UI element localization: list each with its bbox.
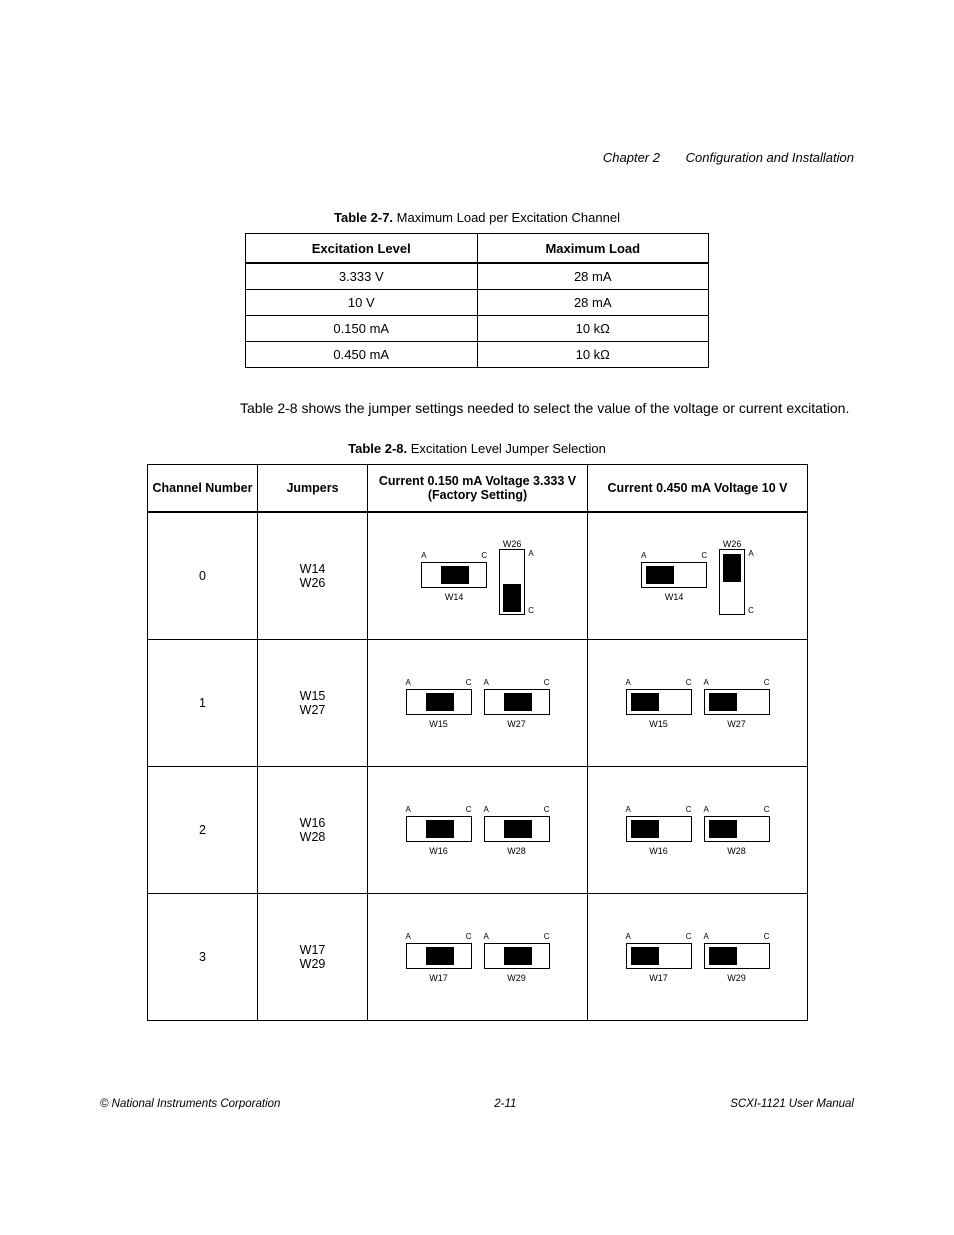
jumper-diagram: AC W17 AC W29 (368, 894, 588, 1021)
t28-h3: Current 0.450 mA Voltage 10 V (588, 465, 808, 513)
table-row: 3.333 V28 mA (246, 263, 709, 290)
table-2-8: Table 2-8. Excitation Level Jumper Selec… (147, 441, 807, 1021)
footer-right: SCXI-1121 User Manual (730, 1098, 854, 1110)
caption-label: Table 2-7. (334, 210, 393, 225)
header-title: Configuration and Installation (686, 150, 854, 165)
caption-text: Maximum Load per Excitation Channel (397, 210, 620, 225)
table-row: 2 W16 W28 AC W16 AC (148, 767, 808, 894)
footer-left: © National Instruments Corporation (100, 1098, 280, 1110)
jumper-diagram: AC W17 AC W29 (588, 894, 808, 1021)
table-row: 0.150 mA10 kΩ (246, 316, 709, 342)
paragraph: Table 2-8 shows the jumper settings need… (240, 398, 880, 419)
t27-h1: Maximum Load (477, 234, 709, 264)
t27-h0: Excitation Level (246, 234, 478, 264)
page-footer: © National Instruments Corporation 2-11 … (100, 1098, 854, 1110)
jumper-diagram: AC W16 AC W28 (588, 767, 808, 894)
caption-text: Excitation Level Jumper Selection (411, 441, 606, 456)
table-2-7: Table 2-7. Maximum Load per Excitation C… (245, 210, 709, 368)
t28-h1: Jumpers (258, 465, 368, 513)
jumper-diagram: AC W16 AC W28 (368, 767, 588, 894)
table-row: 10 V28 mA (246, 290, 709, 316)
table-row: 3 W17 W29 AC W17 AC (148, 894, 808, 1021)
jumper-diagram: AC W14 W26 AC (368, 512, 588, 640)
table-row: 1 W15 W27 AC W15 AC (148, 640, 808, 767)
jumper-diagram: AC W15 AC W27 (368, 640, 588, 767)
table-2-8-caption: Table 2-8. Excitation Level Jumper Selec… (147, 441, 807, 456)
table-row: 0 W14 W26 AC W14 (148, 512, 808, 640)
running-header: Chapter 2 Configuration and Installation (603, 150, 854, 165)
footer-center: 2-11 (494, 1098, 516, 1110)
jumper-diagram: AC W15 AC W27 (588, 640, 808, 767)
table-row: 0.450 mA10 kΩ (246, 342, 709, 368)
jumper-diagram: AC W14 W26 AC (588, 512, 808, 640)
header-chapter: Chapter 2 (603, 150, 660, 165)
t28-h2: Current 0.150 mA Voltage 3.333 V (Factor… (368, 465, 588, 513)
table-2-7-caption: Table 2-7. Maximum Load per Excitation C… (245, 210, 709, 225)
t28-h0: Channel Number (148, 465, 258, 513)
caption-label: Table 2-8. (348, 441, 407, 456)
